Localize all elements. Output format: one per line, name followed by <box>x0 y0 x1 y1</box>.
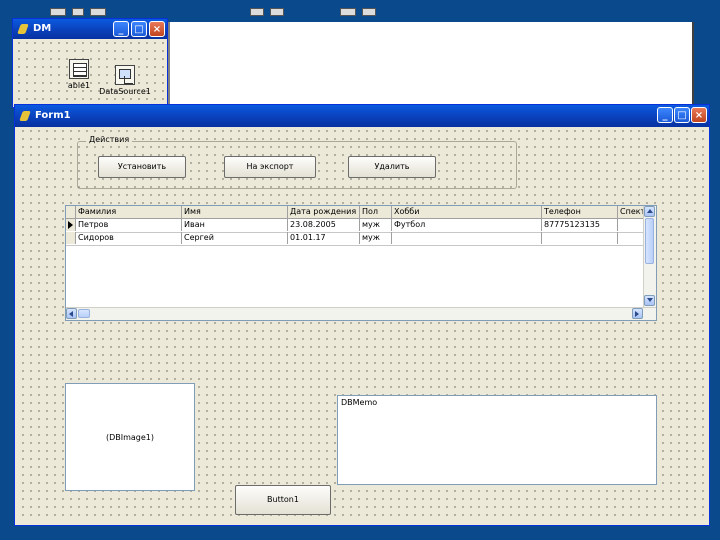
form-titlebar[interactable]: Form1 _ □ × <box>15 105 709 127</box>
table-row[interactable]: Петров Иван 23.08.2005 муж Футбол 877751… <box>66 219 646 233</box>
scroll-up-button[interactable] <box>644 206 655 217</box>
vertical-scrollbar[interactable] <box>643 206 656 308</box>
scroll-right-button[interactable] <box>632 308 643 319</box>
table-cell[interactable]: Сидоров <box>76 232 182 244</box>
code-editor-area[interactable] <box>168 22 694 106</box>
chevron-right-icon <box>635 311 639 317</box>
dm-titlebar[interactable]: DM _ □ × <box>13 19 167 39</box>
scroll-left-button[interactable] <box>66 308 77 319</box>
minimize-button[interactable]: _ <box>113 21 129 37</box>
dm-title: DM <box>33 23 52 34</box>
db-memo[interactable]: DBMemo <box>337 395 657 485</box>
table-cell[interactable] <box>618 232 646 244</box>
column-header[interactable]: Телефон <box>542 206 618 218</box>
dm-client-area: able1 DataSource1 <box>15 39 165 105</box>
column-header[interactable]: Имя <box>182 206 288 218</box>
delete-button[interactable]: Удалить <box>348 156 436 178</box>
datasource-component[interactable]: DataSource1 <box>97 65 153 96</box>
table-cell[interactable] <box>392 232 542 244</box>
current-row-arrow-icon <box>68 221 73 229</box>
table-cell[interactable]: Сергей <box>182 232 288 244</box>
data-module-window: DM _ □ × able1 DataSource1 <box>12 18 168 108</box>
header-indicator <box>66 206 76 218</box>
toolbar-icon[interactable] <box>250 8 264 16</box>
chevron-up-icon <box>647 209 653 213</box>
column-header[interactable]: Хобби <box>392 206 542 218</box>
table-cell[interactable]: муж <box>360 219 392 231</box>
table-cell[interactable] <box>618 219 646 231</box>
ide-toolbar <box>0 0 720 18</box>
chevron-down-icon <box>647 298 653 302</box>
toolbar-icon[interactable] <box>50 8 66 16</box>
component-label: able1 <box>67 81 91 90</box>
table-component[interactable]: able1 <box>59 59 99 90</box>
toolbar-icon[interactable] <box>362 8 376 16</box>
set-button[interactable]: Установить <box>98 156 186 178</box>
component-label: DataSource1 <box>99 87 151 96</box>
maximize-button[interactable]: □ <box>674 107 690 123</box>
table-cell[interactable]: Футбол <box>392 219 542 231</box>
table-cell[interactable]: муж <box>360 232 392 244</box>
row-indicator <box>66 219 76 231</box>
column-header[interactable]: Спектр <box>618 206 646 218</box>
close-button[interactable]: × <box>149 21 165 37</box>
groupbox-caption: Действия <box>86 135 133 144</box>
button1[interactable]: Button1 <box>235 485 331 515</box>
table-row[interactable]: Сидоров Сергей 01.01.17 муж <box>66 232 646 246</box>
toolbar-icon[interactable] <box>90 8 106 16</box>
scroll-thumb[interactable] <box>645 218 654 264</box>
table-cell[interactable]: 23.08.2005 <box>288 219 360 231</box>
horizontal-scrollbar[interactable] <box>66 307 656 320</box>
table-cell[interactable]: Петров <box>76 219 182 231</box>
column-header[interactable]: Дата рождения <box>288 206 360 218</box>
toolbar-icons <box>40 2 400 16</box>
form-title: Form1 <box>35 110 71 121</box>
delphi-icon <box>19 111 31 121</box>
db-image[interactable]: (DBImage1) <box>65 383 195 491</box>
toolbar-icon[interactable] <box>270 8 284 16</box>
table-cell[interactable]: 01.01.17 <box>288 232 360 244</box>
scroll-thumb[interactable] <box>78 309 90 318</box>
table-cell[interactable]: Иван <box>182 219 288 231</box>
actions-groupbox: Действия Установить На экспорт Удалить <box>77 135 517 189</box>
toolbar-icon[interactable] <box>340 8 356 16</box>
grid-header: Фамилия Имя Дата рождения Пол Хобби Теле… <box>66 206 646 219</box>
datasource-icon <box>115 65 135 85</box>
form-client-area: Действия Установить На экспорт Удалить Ф… <box>19 127 705 521</box>
db-grid[interactable]: Фамилия Имя Дата рождения Пол Хобби Теле… <box>65 205 657 321</box>
table-icon <box>69 59 89 79</box>
table-cell[interactable]: 87775123135 <box>542 219 618 231</box>
close-button[interactable]: × <box>691 107 707 123</box>
row-indicator <box>66 232 76 244</box>
toolbar-icon[interactable] <box>72 8 84 16</box>
column-header[interactable]: Пол <box>360 206 392 218</box>
minimize-button[interactable]: _ <box>657 107 673 123</box>
form-window: Form1 _ □ × Действия Установить На экспо… <box>14 104 710 526</box>
table-cell[interactable] <box>542 232 618 244</box>
delphi-icon <box>17 24 29 34</box>
export-button[interactable]: На экспорт <box>224 156 316 178</box>
maximize-button[interactable]: □ <box>131 21 147 37</box>
column-header[interactable]: Фамилия <box>76 206 182 218</box>
chevron-left-icon <box>69 311 73 317</box>
scroll-down-button[interactable] <box>644 295 655 306</box>
